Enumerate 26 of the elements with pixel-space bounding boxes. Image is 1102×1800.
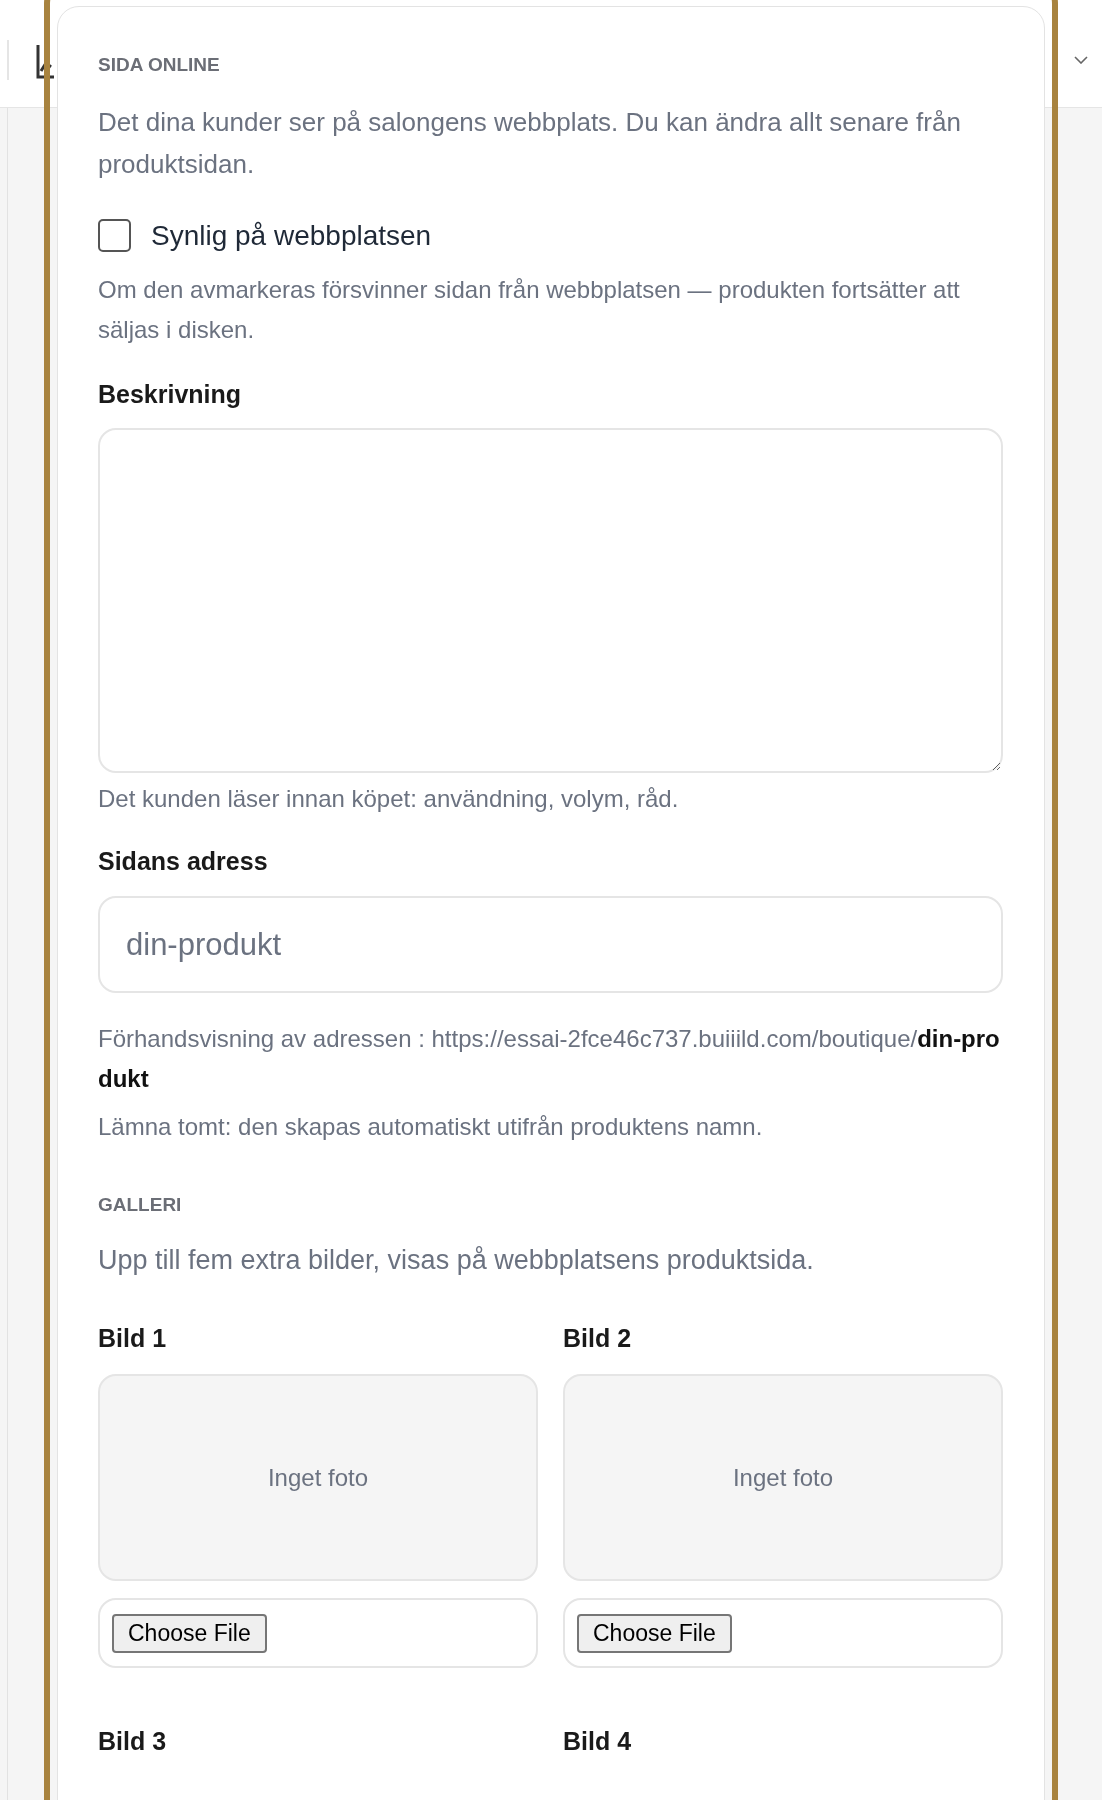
empty-photo-text: Inget foto xyxy=(267,1463,369,1492)
section-title: GALLERI xyxy=(98,1193,183,1217)
image-label: Bild 4 xyxy=(563,1726,633,1757)
address-preview: Förhandsvisning av adressen : https://essai-2fce46c737.buiiild.com/boutique/din-produkt xyxy=(98,1024,1001,1094)
file-field[interactable]: Choose File xyxy=(563,1598,1003,1668)
help-text: Om den avmarkeras försvinner sidan från webbplatsen — produkten fortsätter att säljas i disken. xyxy=(98,275,961,345)
image-label: Bild 2 xyxy=(563,1323,633,1354)
choose-file-button[interactable]: Choose File xyxy=(112,1613,267,1653)
chart-icon[interactable] xyxy=(36,43,56,79)
empty-photo-text: Inget foto xyxy=(732,1463,834,1492)
help-text: Det kunden läser innan köpet: användning, volym, råd. xyxy=(98,784,680,814)
field-label: Sidans adress xyxy=(98,846,269,877)
image-label: Bild 3 xyxy=(98,1726,168,1757)
choose-file-button[interactable]: Choose File xyxy=(577,1613,732,1653)
section-intro: Upp till fem extra bilder, visas på webbplatsens produktsida. xyxy=(98,1244,815,1277)
description-field[interactable] xyxy=(98,428,1003,773)
field-label: Beskrivning xyxy=(98,379,243,410)
file-field[interactable]: Choose File xyxy=(98,1598,538,1668)
section-intro: Det dina kunder ser på salongens webbplats. Du kan ändra allt senare från produktsidan. xyxy=(98,106,962,181)
checkbox-label[interactable]: Synlig på webbplatsen xyxy=(151,219,432,252)
help-text: Lämna tomt: den skapas automatiskt utifrån produktens namn. xyxy=(98,1112,764,1142)
section-title: SIDA ONLINE xyxy=(98,53,221,77)
chevron-down-icon[interactable] xyxy=(1074,56,1088,64)
address-field[interactable]: din-produkt xyxy=(98,896,1003,993)
image-label: Bild 1 xyxy=(98,1323,168,1354)
visible-checkbox[interactable] xyxy=(98,219,131,252)
